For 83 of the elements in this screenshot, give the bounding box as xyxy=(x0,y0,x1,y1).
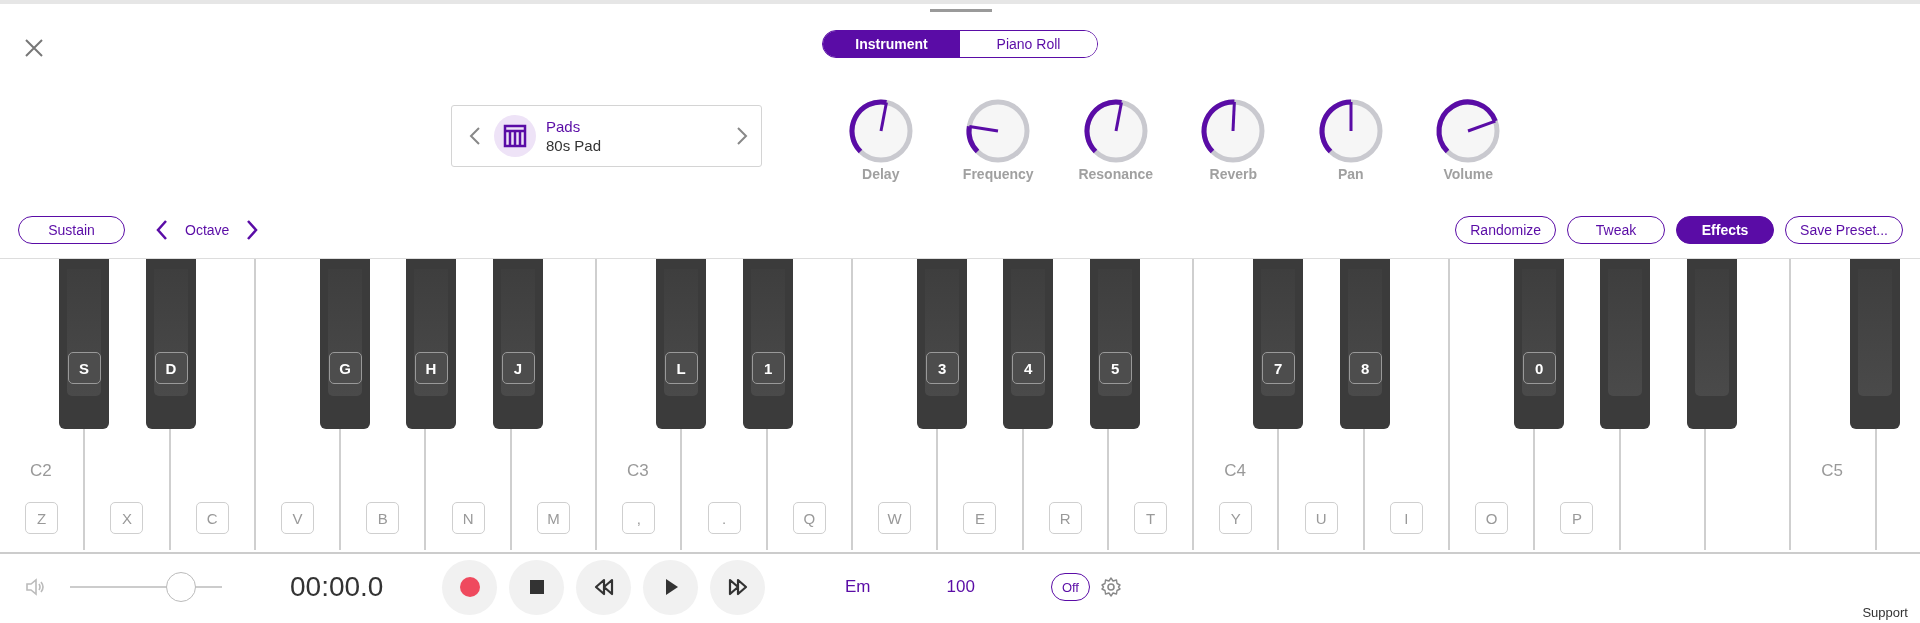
sharp-key[interactable]: S xyxy=(59,259,109,429)
key-label: P xyxy=(1560,502,1594,534)
knob-label: Volume xyxy=(1443,166,1493,182)
volume-slider[interactable] xyxy=(70,572,222,602)
key-label: 1 xyxy=(751,352,785,384)
knob-label: Frequency xyxy=(962,166,1034,182)
key-label: I xyxy=(1389,502,1423,534)
time-display: 00:00.0 xyxy=(290,571,385,603)
sustain-button[interactable]: Sustain xyxy=(18,216,125,244)
octave-label: Octave xyxy=(185,222,230,238)
settings-icon[interactable] xyxy=(1100,576,1122,598)
key-label: M xyxy=(536,502,570,534)
action-button[interactable]: Save Preset... xyxy=(1785,216,1903,244)
key-label: D xyxy=(154,352,188,384)
rewind-icon xyxy=(592,576,615,598)
key-label: 8 xyxy=(1348,352,1382,384)
key-signature[interactable]: Em xyxy=(845,577,871,597)
sharp-key[interactable]: L xyxy=(656,259,707,429)
key-label: Q xyxy=(792,502,826,534)
tempo-value[interactable]: 100 xyxy=(946,577,975,597)
key-label: B xyxy=(366,502,400,534)
key-label: Y xyxy=(1219,502,1253,534)
key-label: V xyxy=(281,502,315,534)
drag-handle[interactable] xyxy=(930,9,992,12)
key-label: 3 xyxy=(925,352,959,384)
key-label: S xyxy=(67,352,101,384)
key-label: J xyxy=(501,352,535,384)
close-icon[interactable] xyxy=(24,38,44,58)
key-label: O xyxy=(1475,502,1509,534)
sharp-key[interactable]: D xyxy=(146,259,196,429)
key-label: 0 xyxy=(1522,352,1556,384)
sharp-key[interactable]: 1 xyxy=(743,259,794,429)
key-label: 5 xyxy=(1098,352,1132,384)
slider-thumb[interactable] xyxy=(165,572,196,602)
key-label: N xyxy=(451,502,485,534)
key-label: L xyxy=(664,352,698,384)
key-label: W xyxy=(878,502,912,534)
sharp-key[interactable]: 5 xyxy=(1090,259,1141,429)
sharp-key[interactable] xyxy=(1850,259,1901,429)
key-label: 7 xyxy=(1261,352,1295,384)
action-button[interactable]: Randomize xyxy=(1455,216,1557,244)
sharp-key[interactable]: 7 xyxy=(1253,259,1304,429)
sharp-key[interactable]: 8 xyxy=(1340,259,1391,429)
key-label: R xyxy=(1048,502,1082,534)
chevron-left-icon[interactable] xyxy=(155,219,169,241)
note-label: C4 xyxy=(1224,461,1246,481)
knob-label: Resonance xyxy=(1078,166,1154,182)
sharp-key[interactable]: J xyxy=(493,259,543,429)
sharp-key[interactable]: 4 xyxy=(1003,259,1054,429)
preset-category: Pads xyxy=(546,118,582,135)
preset-name: 80s Pad xyxy=(546,137,603,154)
note-label: C2 xyxy=(30,461,52,481)
key-label: G xyxy=(328,352,362,384)
sharp-key[interactable]: H xyxy=(406,259,456,429)
key-label: . xyxy=(707,502,741,534)
sharp-key[interactable]: 0 xyxy=(1514,259,1565,429)
key-label: 4 xyxy=(1011,352,1045,384)
key-label: U xyxy=(1304,502,1338,534)
sharp-key[interactable]: G xyxy=(320,259,370,429)
note-label: C5 xyxy=(1821,461,1843,481)
knob-label: Pan xyxy=(1337,166,1364,182)
key-label: X xyxy=(110,502,144,534)
keyboard-icon xyxy=(494,115,536,157)
key-label: , xyxy=(622,502,656,534)
fast-forward-icon xyxy=(726,576,749,598)
view-tab[interactable]: Instrument xyxy=(823,31,960,57)
sharp-key[interactable] xyxy=(1687,259,1738,429)
key-label: E xyxy=(963,502,997,534)
action-button[interactable]: Effects xyxy=(1676,216,1775,244)
action-button[interactable]: Tweak xyxy=(1567,216,1666,244)
support-link[interactable]: Support xyxy=(1862,605,1908,620)
sharp-key[interactable] xyxy=(1600,259,1651,429)
note-label: C3 xyxy=(627,461,649,481)
chevron-right-icon[interactable] xyxy=(245,219,260,241)
knob-label: Reverb xyxy=(1209,166,1257,182)
knob-label: Delay xyxy=(862,166,900,182)
sharp-key[interactable]: 3 xyxy=(917,259,968,429)
record-icon xyxy=(458,576,481,598)
key-label: Z xyxy=(25,502,59,534)
key-label: C xyxy=(195,502,229,534)
metronome-toggle[interactable]: Off xyxy=(1050,573,1090,601)
key-label: H xyxy=(414,352,448,384)
key-label: T xyxy=(1134,502,1167,534)
